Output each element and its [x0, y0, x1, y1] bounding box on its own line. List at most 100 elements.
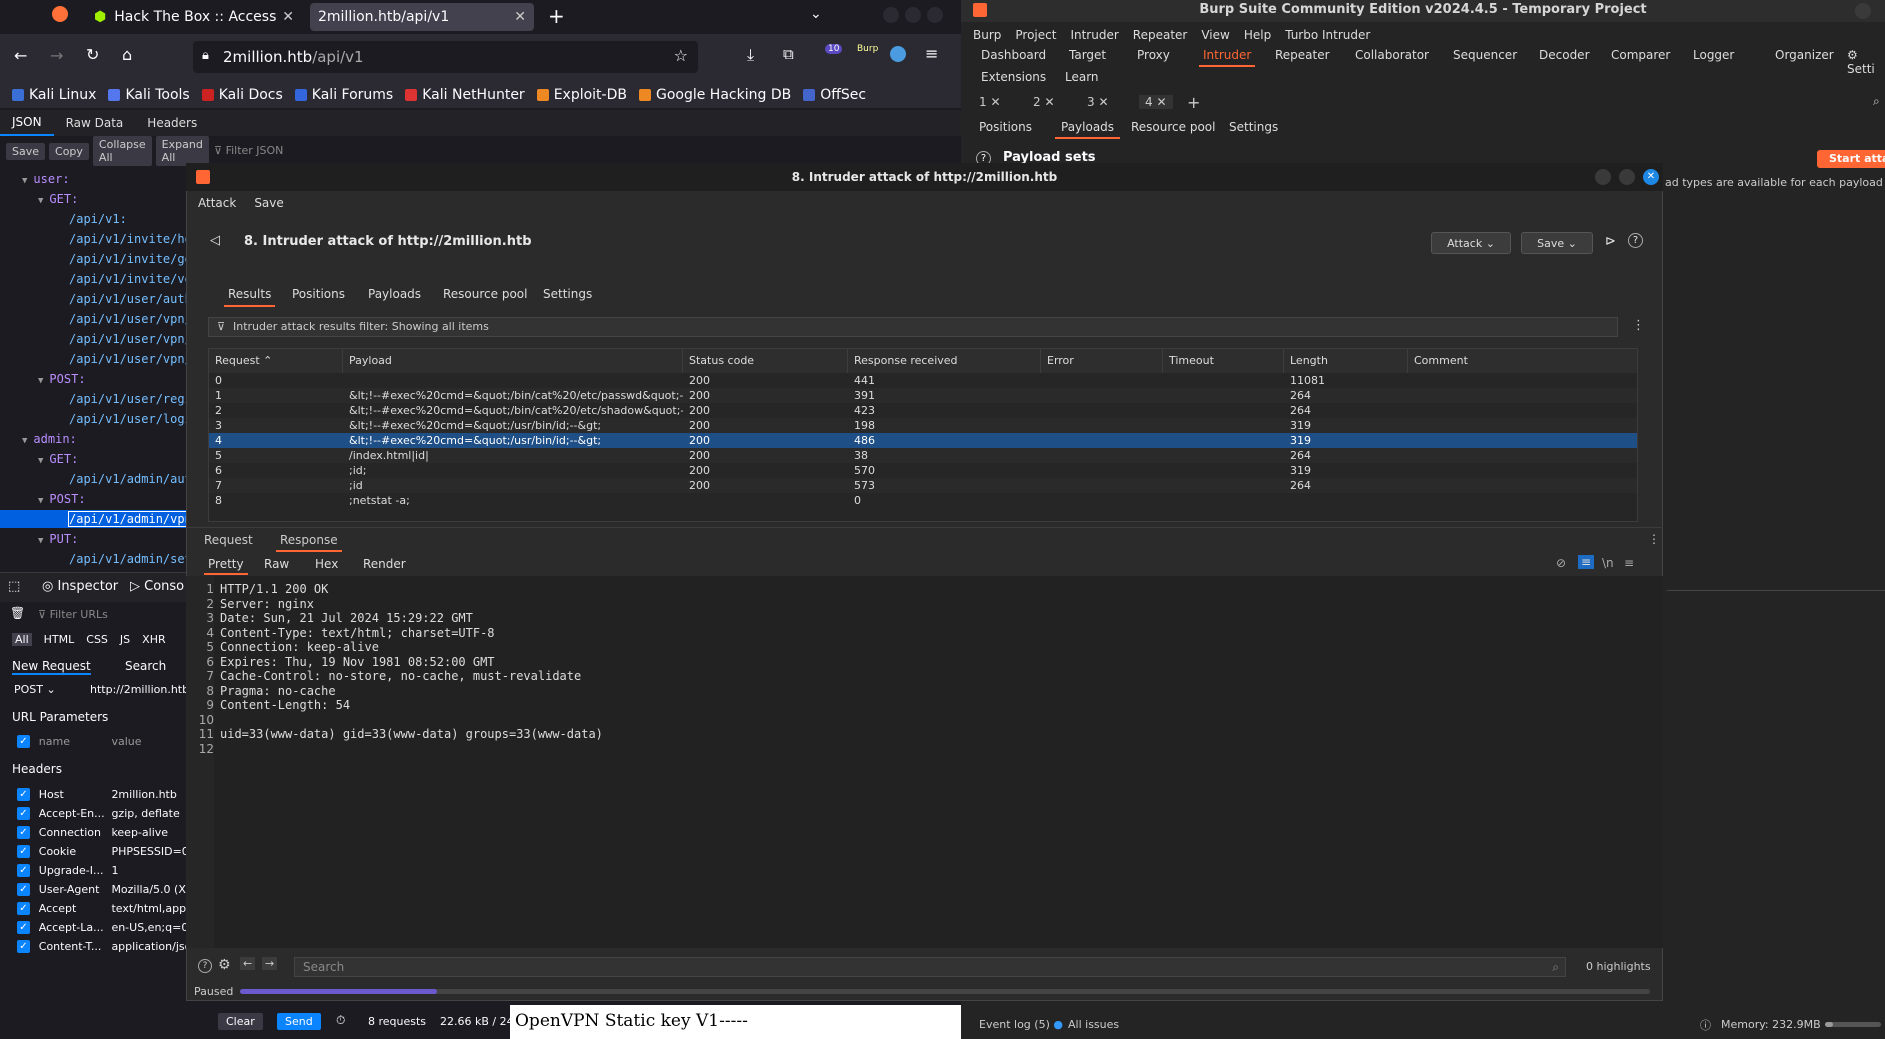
filter-js[interactable]: JS — [120, 633, 130, 646]
col-response-received[interactable]: Response received — [848, 349, 1041, 373]
more-options-icon[interactable]: ⋮ — [1632, 318, 1645, 333]
tree-leaf[interactable]: /api/v1/user/auth: — [69, 292, 199, 306]
bookmark-exploit-db[interactable]: Exploit-DB — [536, 87, 627, 103]
new-request-title[interactable]: New Request — [12, 659, 91, 675]
checkbox[interactable]: ✓ — [17, 920, 30, 934]
filter-css[interactable]: CSS — [86, 633, 108, 646]
tab-settings[interactable]: ⚙ Setti — [1847, 48, 1885, 76]
filter-urls-input[interactable]: ⊽ Filter URLs — [38, 608, 108, 621]
close-tab-icon[interactable]: ✕ — [282, 9, 294, 25]
tab-json[interactable]: JSON — [0, 110, 54, 136]
console-tab[interactable]: ▷ Conso — [130, 579, 184, 594]
firefox-menu-icon[interactable] — [52, 6, 68, 22]
menu-save[interactable]: Save — [254, 196, 283, 210]
instance-tab[interactable]: 1 ✕ — [979, 95, 1001, 109]
settings-gear-icon[interactable]: ⚙ — [218, 957, 231, 973]
checkbox[interactable]: ✓ — [17, 806, 30, 820]
url-bar[interactable]: 🔒︎ 2million.htb/api/v1 ☆ — [193, 41, 698, 73]
tab-pretty[interactable]: Pretty — [204, 557, 248, 575]
dialog-minimize-icon[interactable] — [1595, 169, 1611, 185]
tree-leaf[interactable]: /api/v1/admin/sett — [69, 552, 199, 566]
instance-tab[interactable]: 3 ✕ — [1087, 95, 1109, 109]
checkbox[interactable]: ✓ — [17, 825, 30, 839]
help-icon[interactable]: ? — [1628, 233, 1643, 248]
col-request[interactable]: Request ⌃ — [209, 349, 343, 373]
results-filter[interactable]: ⊽ Intruder attack results filter: Showin… — [208, 317, 1618, 337]
tab-repeater[interactable]: Repeater — [1275, 48, 1330, 62]
maximize-icon[interactable] — [905, 7, 921, 23]
collapse-all-button[interactable]: Collapse All — [92, 136, 152, 166]
tree-node-post[interactable]: ▼ POST: — [38, 372, 86, 386]
tab-logger[interactable]: Logger — [1693, 48, 1734, 62]
col-payload[interactable]: Payload — [343, 349, 683, 373]
reload-icon[interactable]: ↻ — [86, 45, 99, 64]
tree-leaf[interactable]: /api/v1/user/vpn/g — [69, 312, 199, 326]
menu-help[interactable]: Help — [1244, 28, 1271, 42]
checkbox[interactable]: ✓ — [17, 939, 30, 953]
tree-node-get[interactable]: ▼ GET: — [38, 192, 78, 206]
attack-dropdown-button[interactable]: Attack ⌄ — [1431, 232, 1511, 254]
start-attack-button[interactable]: Start attac — [1817, 150, 1885, 168]
tab-positions[interactable]: Positions — [292, 287, 345, 301]
dialog-maximize-icon[interactable] — [1619, 169, 1635, 185]
new-tab-icon[interactable]: + — [548, 4, 565, 28]
checkbox[interactable]: ✓ — [17, 901, 30, 915]
tab-results[interactable]: Results — [224, 287, 276, 307]
all-issues-link[interactable]: All issues — [1068, 1018, 1119, 1031]
tree-leaf[interactable]: /api/v1/invite/hov — [69, 232, 199, 246]
prev-match-icon[interactable]: ← — [240, 957, 256, 970]
tab-extensions[interactable]: Extensions — [981, 70, 1046, 84]
extensions-icon[interactable]: ⧉ — [783, 45, 794, 63]
table-row[interactable]: 8 ;netstat -a; 0 — [209, 493, 1637, 508]
save-dropdown-button[interactable]: Save ⌄ — [1521, 232, 1593, 254]
table-row[interactable]: 5/index.html|id| 200 38 264 — [209, 448, 1637, 463]
bookmark-kali-tools[interactable]: Kali Tools — [108, 87, 190, 103]
search-input[interactable]: Search ⌕ — [294, 957, 1566, 977]
tab-hackthebox[interactable]: ⬢ Hack The Box :: Access ✕ — [86, 3, 302, 31]
tree-node-admin-post[interactable]: ▼ POST: — [38, 492, 86, 506]
method-select[interactable]: POST ⌄ — [14, 683, 56, 696]
filter-json-input[interactable]: ⊽ Filter JSON — [214, 144, 283, 157]
add-tab-icon[interactable]: + — [1187, 93, 1200, 112]
tree-leaf[interactable]: /api/v1/invite/ver — [69, 272, 199, 286]
col-timeout[interactable]: Timeout — [1163, 349, 1284, 373]
tree-node-admin-put[interactable]: ▼ PUT: — [38, 532, 78, 546]
trash-icon[interactable]: 🗑︎ — [10, 606, 25, 620]
tab-hex[interactable]: Hex — [315, 557, 338, 571]
filter-html[interactable]: HTML — [44, 633, 75, 646]
tree-leaf[interactable]: /api/v1/invite/ger — [69, 252, 199, 266]
table-row[interactable]: 7 ;id 200 573 264 — [209, 478, 1637, 493]
minimize-icon[interactable] — [883, 7, 899, 23]
tab-decoder[interactable]: Decoder — [1539, 48, 1590, 62]
request-url-input[interactable]: http://2million.htb/ — [90, 683, 190, 696]
filter-xhr[interactable]: XHR — [142, 633, 165, 646]
tab-render[interactable]: Render — [363, 557, 406, 571]
col-length[interactable]: Length — [1284, 349, 1408, 373]
tab-target[interactable]: Target — [1069, 48, 1106, 62]
bookmark-google-hacking-db[interactable]: Google Hacking DB — [638, 87, 791, 103]
tab-resource-pool[interactable]: Resource pool — [443, 287, 527, 301]
filter-all[interactable]: All — [12, 633, 32, 646]
menu-view[interactable]: View — [1201, 28, 1229, 42]
menu-repeater[interactable]: Repeater — [1133, 28, 1188, 42]
extension-badge[interactable]: 10 — [825, 44, 843, 54]
tab-headers[interactable]: Headers — [135, 116, 209, 130]
subtab-positions[interactable]: Positions — [979, 120, 1032, 134]
copy-button[interactable]: Copy — [49, 142, 89, 160]
tree-leaf[interactable]: /api/v1/user/vpn/d — [69, 352, 199, 366]
play-icon[interactable]: ⊳ — [1605, 234, 1616, 249]
tree-leaf[interactable]: /api/v1/user/vpn/r — [69, 332, 199, 346]
menu-turbo-intruder[interactable]: Turbo Intruder — [1285, 28, 1370, 42]
tab-dashboard[interactable]: Dashboard — [981, 48, 1046, 62]
tab-organizer[interactable]: Organizer — [1775, 48, 1834, 62]
tree-leaf-selected[interactable]: /api/v1/admin/vpn/ — [67, 511, 201, 527]
bookmark-offsec[interactable]: OffSec — [803, 87, 866, 103]
tree-leaf[interactable]: /api/v1: — [69, 212, 127, 226]
home-icon[interactable]: ⌂ — [122, 45, 132, 64]
bookmark-kali-docs[interactable]: Kali Docs — [201, 87, 283, 103]
tab-raw[interactable]: Raw — [264, 557, 289, 571]
expand-all-button[interactable]: Expand All — [155, 136, 209, 166]
instance-tab-active[interactable]: 4 ✕ — [1139, 95, 1173, 109]
tab-request[interactable]: Request — [204, 533, 253, 547]
close-window-icon[interactable] — [927, 7, 943, 23]
